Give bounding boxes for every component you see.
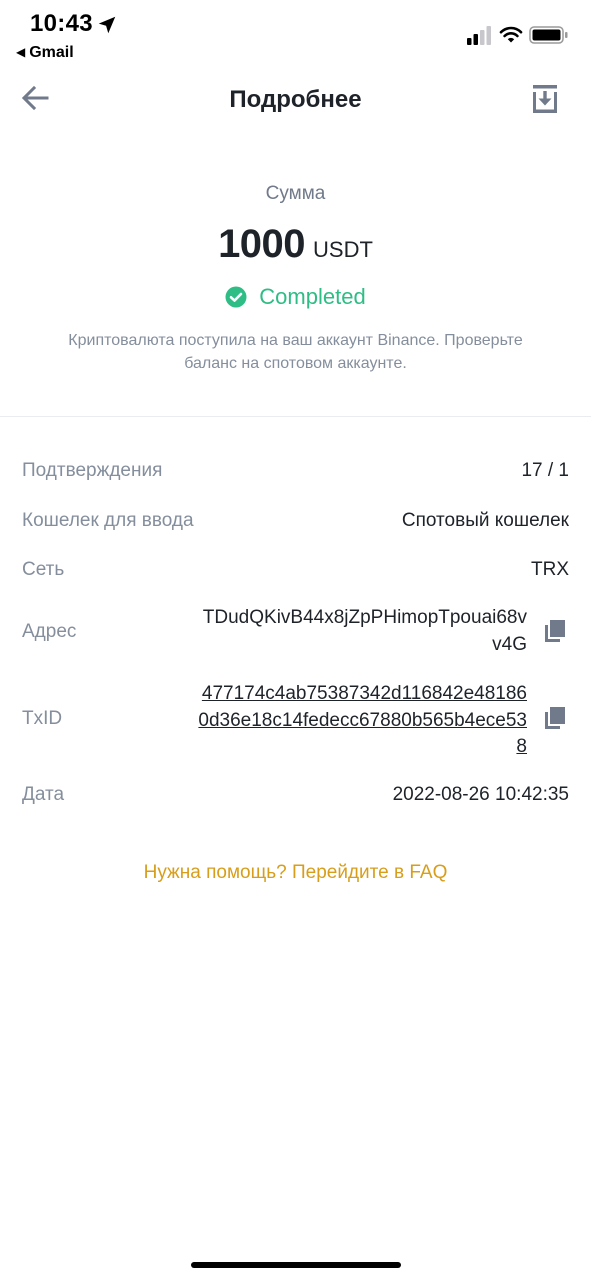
check-circle-icon: [225, 286, 247, 308]
network-label: Сеть: [22, 559, 65, 580]
network-value: TRX: [531, 559, 569, 580]
cellular-signal-icon: [467, 26, 491, 45]
battery-icon: [529, 26, 568, 44]
home-indicator[interactable]: [191, 1262, 401, 1268]
back-to-app-link[interactable]: ◀ Gmail: [16, 44, 74, 62]
status-badge: Completed: [259, 284, 366, 309]
wallet-value: Спотовый кошелек: [401, 510, 569, 531]
status-time: 10:43: [30, 10, 93, 37]
back-triangle-icon: ◀: [16, 45, 26, 59]
wallet-label: Кошелек для ввода: [22, 510, 194, 531]
date-label: Дата: [22, 784, 65, 805]
address-label: Адрес: [22, 621, 77, 642]
faq-link[interactable]: Нужна помощь? Перейдите в FAQ: [0, 862, 591, 884]
back-app-label: Gmail: [29, 44, 74, 61]
page-title: Подробнее: [229, 86, 362, 113]
wifi-icon: [499, 26, 523, 43]
txid-label: TxID: [22, 708, 63, 729]
amount-unit: USDT: [313, 237, 373, 262]
txid-link[interactable]: 477174c4ab75387342d116842e481860d36e18c1…: [197, 681, 527, 761]
amount-row: 1000 USDT: [0, 222, 591, 267]
address-value: TDudQKivB44x8jZpPHimopTpouai68vv4G: [202, 607, 527, 655]
date-value: 2022-08-26 10:42:35: [392, 784, 569, 805]
divider: [0, 416, 591, 417]
amount-value: 1000: [218, 222, 306, 266]
confirmations-value: 17 / 1: [521, 460, 569, 481]
copy-txid-icon[interactable]: [544, 706, 566, 730]
copy-address-icon[interactable]: [544, 619, 566, 643]
confirmations-label: Подтверждения: [22, 460, 163, 481]
download-icon[interactable]: [532, 84, 558, 114]
location-arrow-icon: [98, 16, 116, 34]
status-row: Completed: [0, 284, 591, 310]
amount-label: Сумма: [265, 183, 326, 204]
deposit-info-text: Криптовалюта поступила на ваш аккаунт Bi…: [68, 332, 523, 372]
